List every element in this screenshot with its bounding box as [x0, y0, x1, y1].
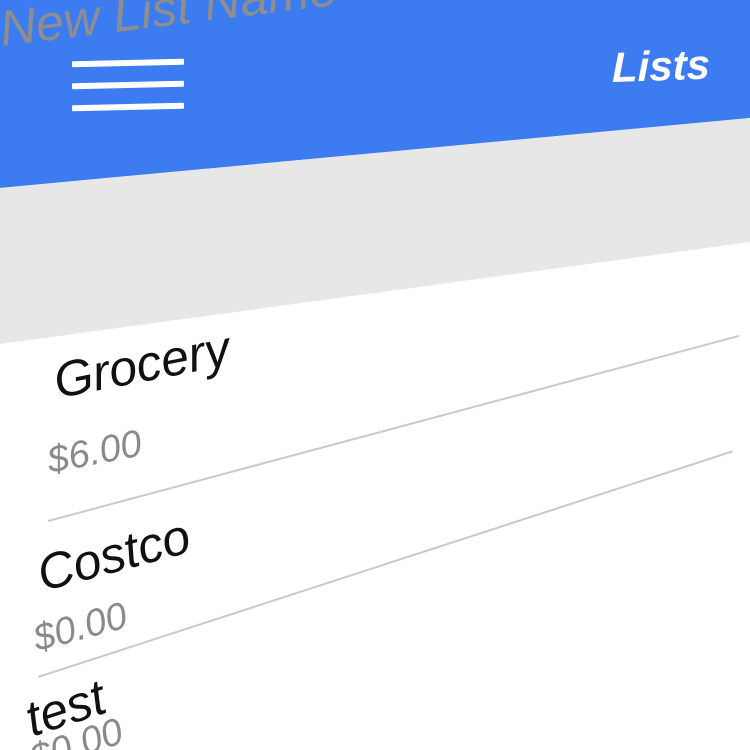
- hamburger-menu-icon: [60, 52, 200, 132]
- app-screen: Lists Grocery $6.00 Costco $0.00 test $0…: [0, 0, 750, 750]
- page-title: Lists: [612, 40, 711, 91]
- menu-button[interactable]: [60, 52, 200, 132]
- list-item-test[interactable]: [20, 680, 740, 750]
